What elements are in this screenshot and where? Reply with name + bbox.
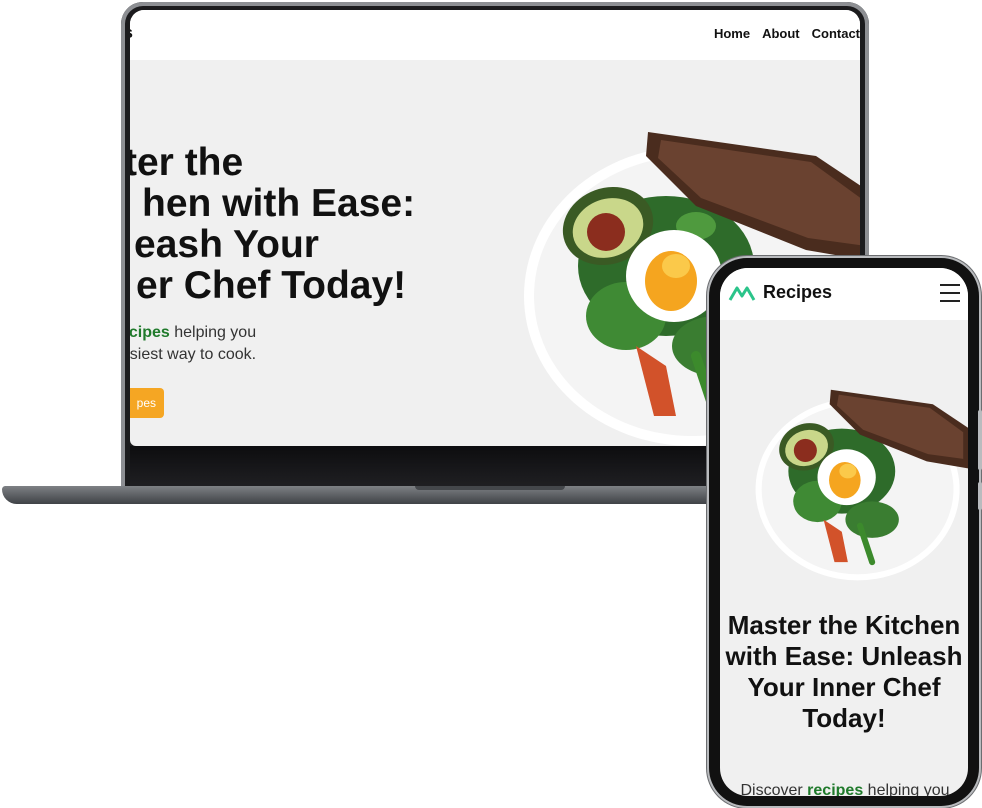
phone-brand[interactable]: Recipes <box>763 282 832 303</box>
sub-rest: helping you <box>169 324 257 341</box>
laptop-notch <box>415 486 565 490</box>
laptop-subtext: ecipes helping you easiest way to cook. <box>130 322 442 366</box>
phone-screen: Recipes Master the Kitchen with Ease: Un… <box>720 268 968 796</box>
phone-sub-highlight: recipes <box>807 782 864 796</box>
headline-line-4: er Chef Today! <box>136 264 407 307</box>
sub-highlight: ecipes <box>130 324 170 341</box>
headline-line-1: ter the <box>130 141 244 184</box>
laptop-headline: ter the hen with Ease: eash Your er Chef… <box>130 142 514 306</box>
nav-link-about[interactable]: About <box>762 26 800 41</box>
cta-label: pes <box>136 396 156 410</box>
hamburger-icon[interactable] <box>940 284 960 302</box>
nav-link-contact[interactable]: Contact <box>812 26 860 41</box>
headline-line-3: eash Your <box>134 223 319 266</box>
sub-line-2: easiest way to cook. <box>130 346 257 363</box>
phone-navbar: Recipes <box>720 268 968 320</box>
phone-headline: Master the Kitchen with Ease: Unleash Yo… <box>725 610 963 733</box>
laptop-cta-button[interactable]: pes <box>130 388 164 418</box>
phone-subtext: Discover recipes helping you <box>720 780 968 796</box>
phone-sub-suffix: helping you <box>863 782 950 796</box>
recipes-logo-icon[interactable] <box>728 282 756 304</box>
food-plate-image <box>755 389 968 581</box>
phone-side-button <box>978 410 982 470</box>
laptop-navbar: es Home About Contact <box>130 10 860 60</box>
phone-side-button-2 <box>978 482 982 510</box>
nav-link-home[interactable]: Home <box>714 26 750 41</box>
laptop-brand[interactable]: es <box>130 23 133 43</box>
headline-line-2: hen with Ease: <box>142 182 416 225</box>
laptop-nav-links: Home About Contact <box>714 26 860 41</box>
phone-sub-prefix: Discover <box>740 782 808 796</box>
